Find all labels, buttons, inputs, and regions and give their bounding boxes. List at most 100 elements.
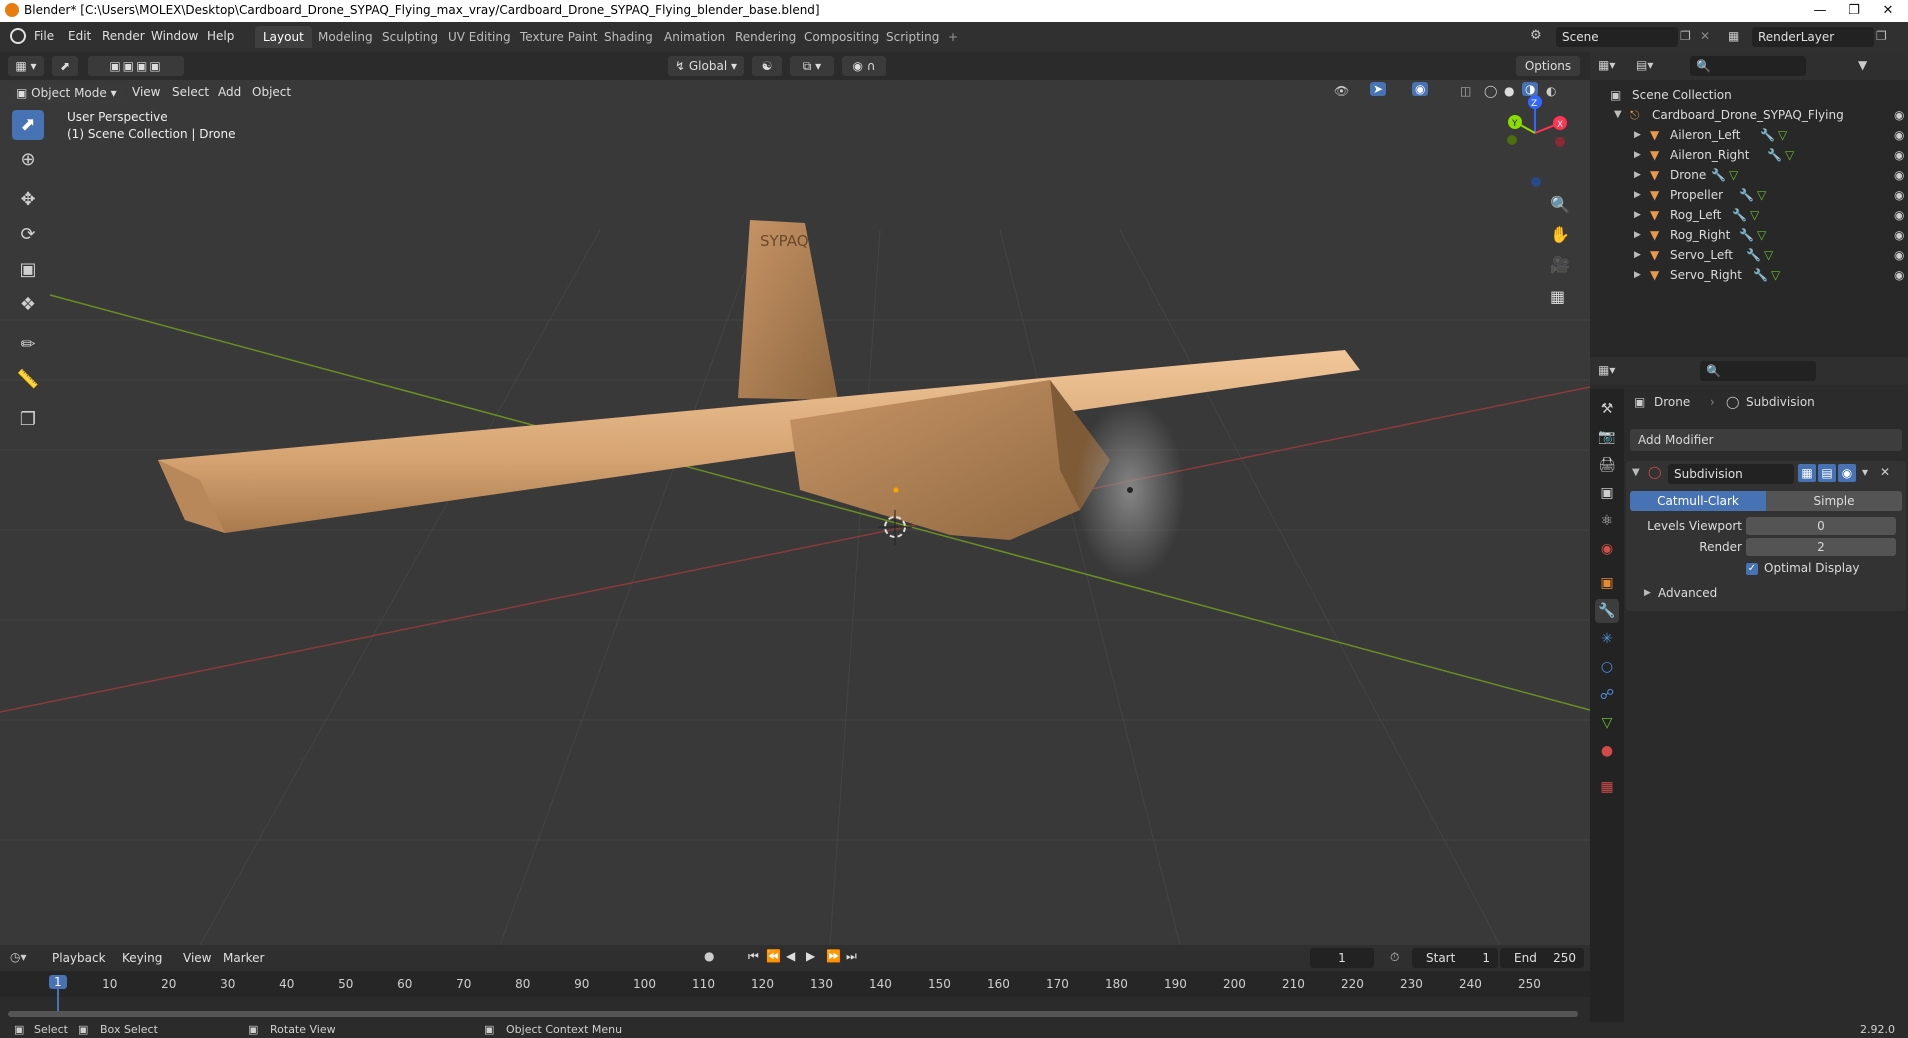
jump-end-icon[interactable]: ⏭ [846,949,857,964]
properties-search-input[interactable]: 🔍 [1700,361,1816,381]
eye-icon[interactable]: ◉ [1894,125,1904,145]
properties-editor-icon[interactable]: ▦▾ [1598,363,1615,377]
navigation-gizmo[interactable]: Z X Y [1507,95,1567,187]
play-icon[interactable]: ▶ [806,949,815,963]
menu-add[interactable]: Add [218,85,241,99]
transform-tool-icon[interactable]: ❖ [12,290,44,320]
texture-tab-icon[interactable]: ▦ [1595,775,1619,799]
zoom-icon[interactable]: 🔍 [1550,195,1570,214]
rotate-tool-icon[interactable]: ⟳ [12,220,44,250]
object-mode-dropdown[interactable]: ▣ Object Mode ▾ [10,83,126,103]
menu-help[interactable]: Help [207,29,234,43]
timeline-view-menu[interactable]: View [183,951,211,965]
end-frame-field[interactable]: End 250 [1500,948,1584,968]
scene-name-field[interactable]: Scene [1556,27,1678,47]
timeline-editor-icon[interactable]: ◷▾ [10,950,27,964]
new-scene-icon[interactable]: ❐ [1680,29,1691,43]
tool-tab-icon[interactable]: ⚒ [1595,397,1619,421]
menu-object[interactable]: Object [252,85,291,99]
cursor-tool-icon[interactable]: ⊕ [12,145,44,175]
3d-viewport[interactable]: SYPAQ Z X Y ▣ Object Mode ▾ View Select … [0,80,1590,945]
solid-shading-icon[interactable]: ● [1504,84,1514,98]
scene-tab-icon[interactable]: ⚛ [1595,509,1619,533]
editor-type-icon[interactable]: ▦ ▾ [8,56,44,76]
eye-icon[interactable]: ◉ [1894,185,1904,205]
simple-button[interactable]: Simple [1766,491,1902,511]
visibility-icon[interactable]: 👁 [1334,84,1349,98]
xray-icon[interactable]: ◫ [1460,84,1471,98]
start-frame-field[interactable]: Start 1 [1412,948,1498,968]
tab-modeling[interactable]: Modeling [310,26,381,48]
scale-tool-icon[interactable]: ▣ [12,255,44,285]
filter-icon[interactable]: ▼ [1858,58,1867,72]
eye-icon[interactable]: ◉ [1894,105,1904,125]
data-tab-icon[interactable]: ▽ [1595,711,1619,735]
outliner-item-rog-right[interactable]: ▶ ▼ Rog_Right 🔧 ▽ ◉ [1590,225,1908,245]
view-layer-icon[interactable]: ▦ [1728,29,1739,43]
edit-mode-toggle-icon[interactable]: ▦ [1798,464,1816,482]
remove-scene-icon[interactable]: ✕ [1700,29,1710,43]
optimal-display-checkbox[interactable]: ✓ [1746,563,1758,575]
view-layer-field[interactable]: RenderLayer [1752,27,1874,47]
modifier-name-field[interactable]: Subdivision [1668,464,1794,484]
select-box-tool-icon[interactable]: ⬈ [12,110,44,140]
jump-keyframe-back-icon[interactable]: ⏪ [766,949,781,963]
outliner-item-propeller[interactable]: ▶ ▼ Propeller 🔧 ▽ ◉ [1590,185,1908,205]
proportional-edit-icon[interactable]: ◉ ∩ [842,56,886,76]
jump-keyframe-forward-icon[interactable]: ⏩ [826,949,841,963]
view-layer-tab-icon[interactable]: ▣ [1595,481,1619,505]
transform-orientation-dropdown[interactable]: ↯ Global ▾ [668,56,744,76]
material-tab-icon[interactable]: ● [1595,739,1619,763]
snap-icon[interactable]: ⧉ ▾ [790,56,834,76]
timeline-ruler[interactable]: 1 10 20 30 40 50 60 70 80 90 100 110 120 130 140 150 160… [0,971,1590,1011]
constraints-tab-icon[interactable]: ☍ [1595,683,1619,707]
outliner-item-servo-right[interactable]: ▶ ▼ Servo_Right 🔧 ▽ ◉ [1590,265,1908,285]
levels-viewport-field[interactable]: 0 [1746,517,1896,535]
select-mode-icon[interactable]: ⬈ [52,56,78,76]
stopwatch-icon[interactable]: ⏱ [1390,950,1399,965]
tab-animation[interactable]: Animation [656,26,733,48]
eye-icon[interactable]: ◉ [1894,205,1904,225]
tab-sculpting[interactable]: Sculpting [374,26,446,48]
menu-select[interactable]: Select [172,85,209,99]
playhead[interactable] [57,989,59,1011]
pan-hand-icon[interactable]: ✋ [1550,225,1570,244]
modifier-menu-icon[interactable]: ▾ [1862,465,1868,479]
output-tab-icon[interactable]: 🖨 [1595,453,1619,477]
measure-tool-icon[interactable]: 📏 [12,365,44,395]
scene-icon[interactable]: ⚙ [1530,28,1548,46]
viewport-toggle-icon[interactable]: ▤ [1818,464,1836,482]
world-tab-icon[interactable]: ◉ [1595,537,1619,561]
menu-view[interactable]: View [132,85,160,99]
tab-compositing[interactable]: Compositing [796,26,887,48]
render-levels-field[interactable]: 2 [1746,538,1896,556]
marker-menu[interactable]: Marker [223,951,264,965]
object-tab-icon[interactable]: ▣ [1595,571,1619,595]
pivot-point-icon[interactable]: ☯ [752,56,782,76]
overlay-toggle-icon[interactable]: ◉ [1412,82,1429,96]
modifier-tab-icon[interactable]: 🔧 [1595,599,1619,623]
rendered-shading-icon[interactable]: ◐ [1546,84,1556,98]
outliner-item-drone[interactable]: ▶ ▼ Drone 🔧 ▽ ◉ [1590,165,1908,185]
collapse-arrow-icon[interactable]: ▼ [1632,467,1640,478]
outliner-collection-row[interactable]: ▼ ⎋ Cardboard_Drone_SYPAQ_Flying ◉ [1590,105,1908,125]
outliner-item-servo-left[interactable]: ▶ ▼ Servo_Left 🔧 ▽ ◉ [1590,245,1908,265]
catmull-clark-button[interactable]: Catmull-Clark [1630,491,1766,511]
render-toggle-icon[interactable]: ◉ [1838,464,1856,482]
menu-render[interactable]: Render [102,29,145,43]
current-frame-field[interactable]: 1 [1310,948,1374,968]
outliner-item-aileron-right[interactable]: ▶ ▼ Aileron_Right 🔧 ▽ ◉ [1590,145,1908,165]
add-cube-tool-icon[interactable]: ❐ [12,405,44,435]
outliner-editor-icon[interactable]: ▦▾ [1598,58,1615,72]
tab-uv-editing[interactable]: UV Editing [440,26,519,48]
outliner-item-aileron-left[interactable]: ▶ ▼ Aileron_Left 🔧 ▽ ◉ [1590,125,1908,145]
advanced-subpanel[interactable]: Advanced [1658,586,1717,600]
select-box-icon[interactable]: ▣▣▣▣ [88,56,184,76]
remove-modifier-icon[interactable]: ✕ [1880,465,1890,479]
eye-icon[interactable]: ◉ [1894,245,1904,265]
display-mode-icon[interactable]: ▤▾ [1636,58,1653,72]
tab-shading[interactable]: Shading [596,26,661,48]
new-view-layer-icon[interactable]: ❐ [1876,29,1887,43]
playback-menu[interactable]: Playback [52,951,106,965]
jump-start-icon[interactable]: ⏮ [748,949,759,964]
